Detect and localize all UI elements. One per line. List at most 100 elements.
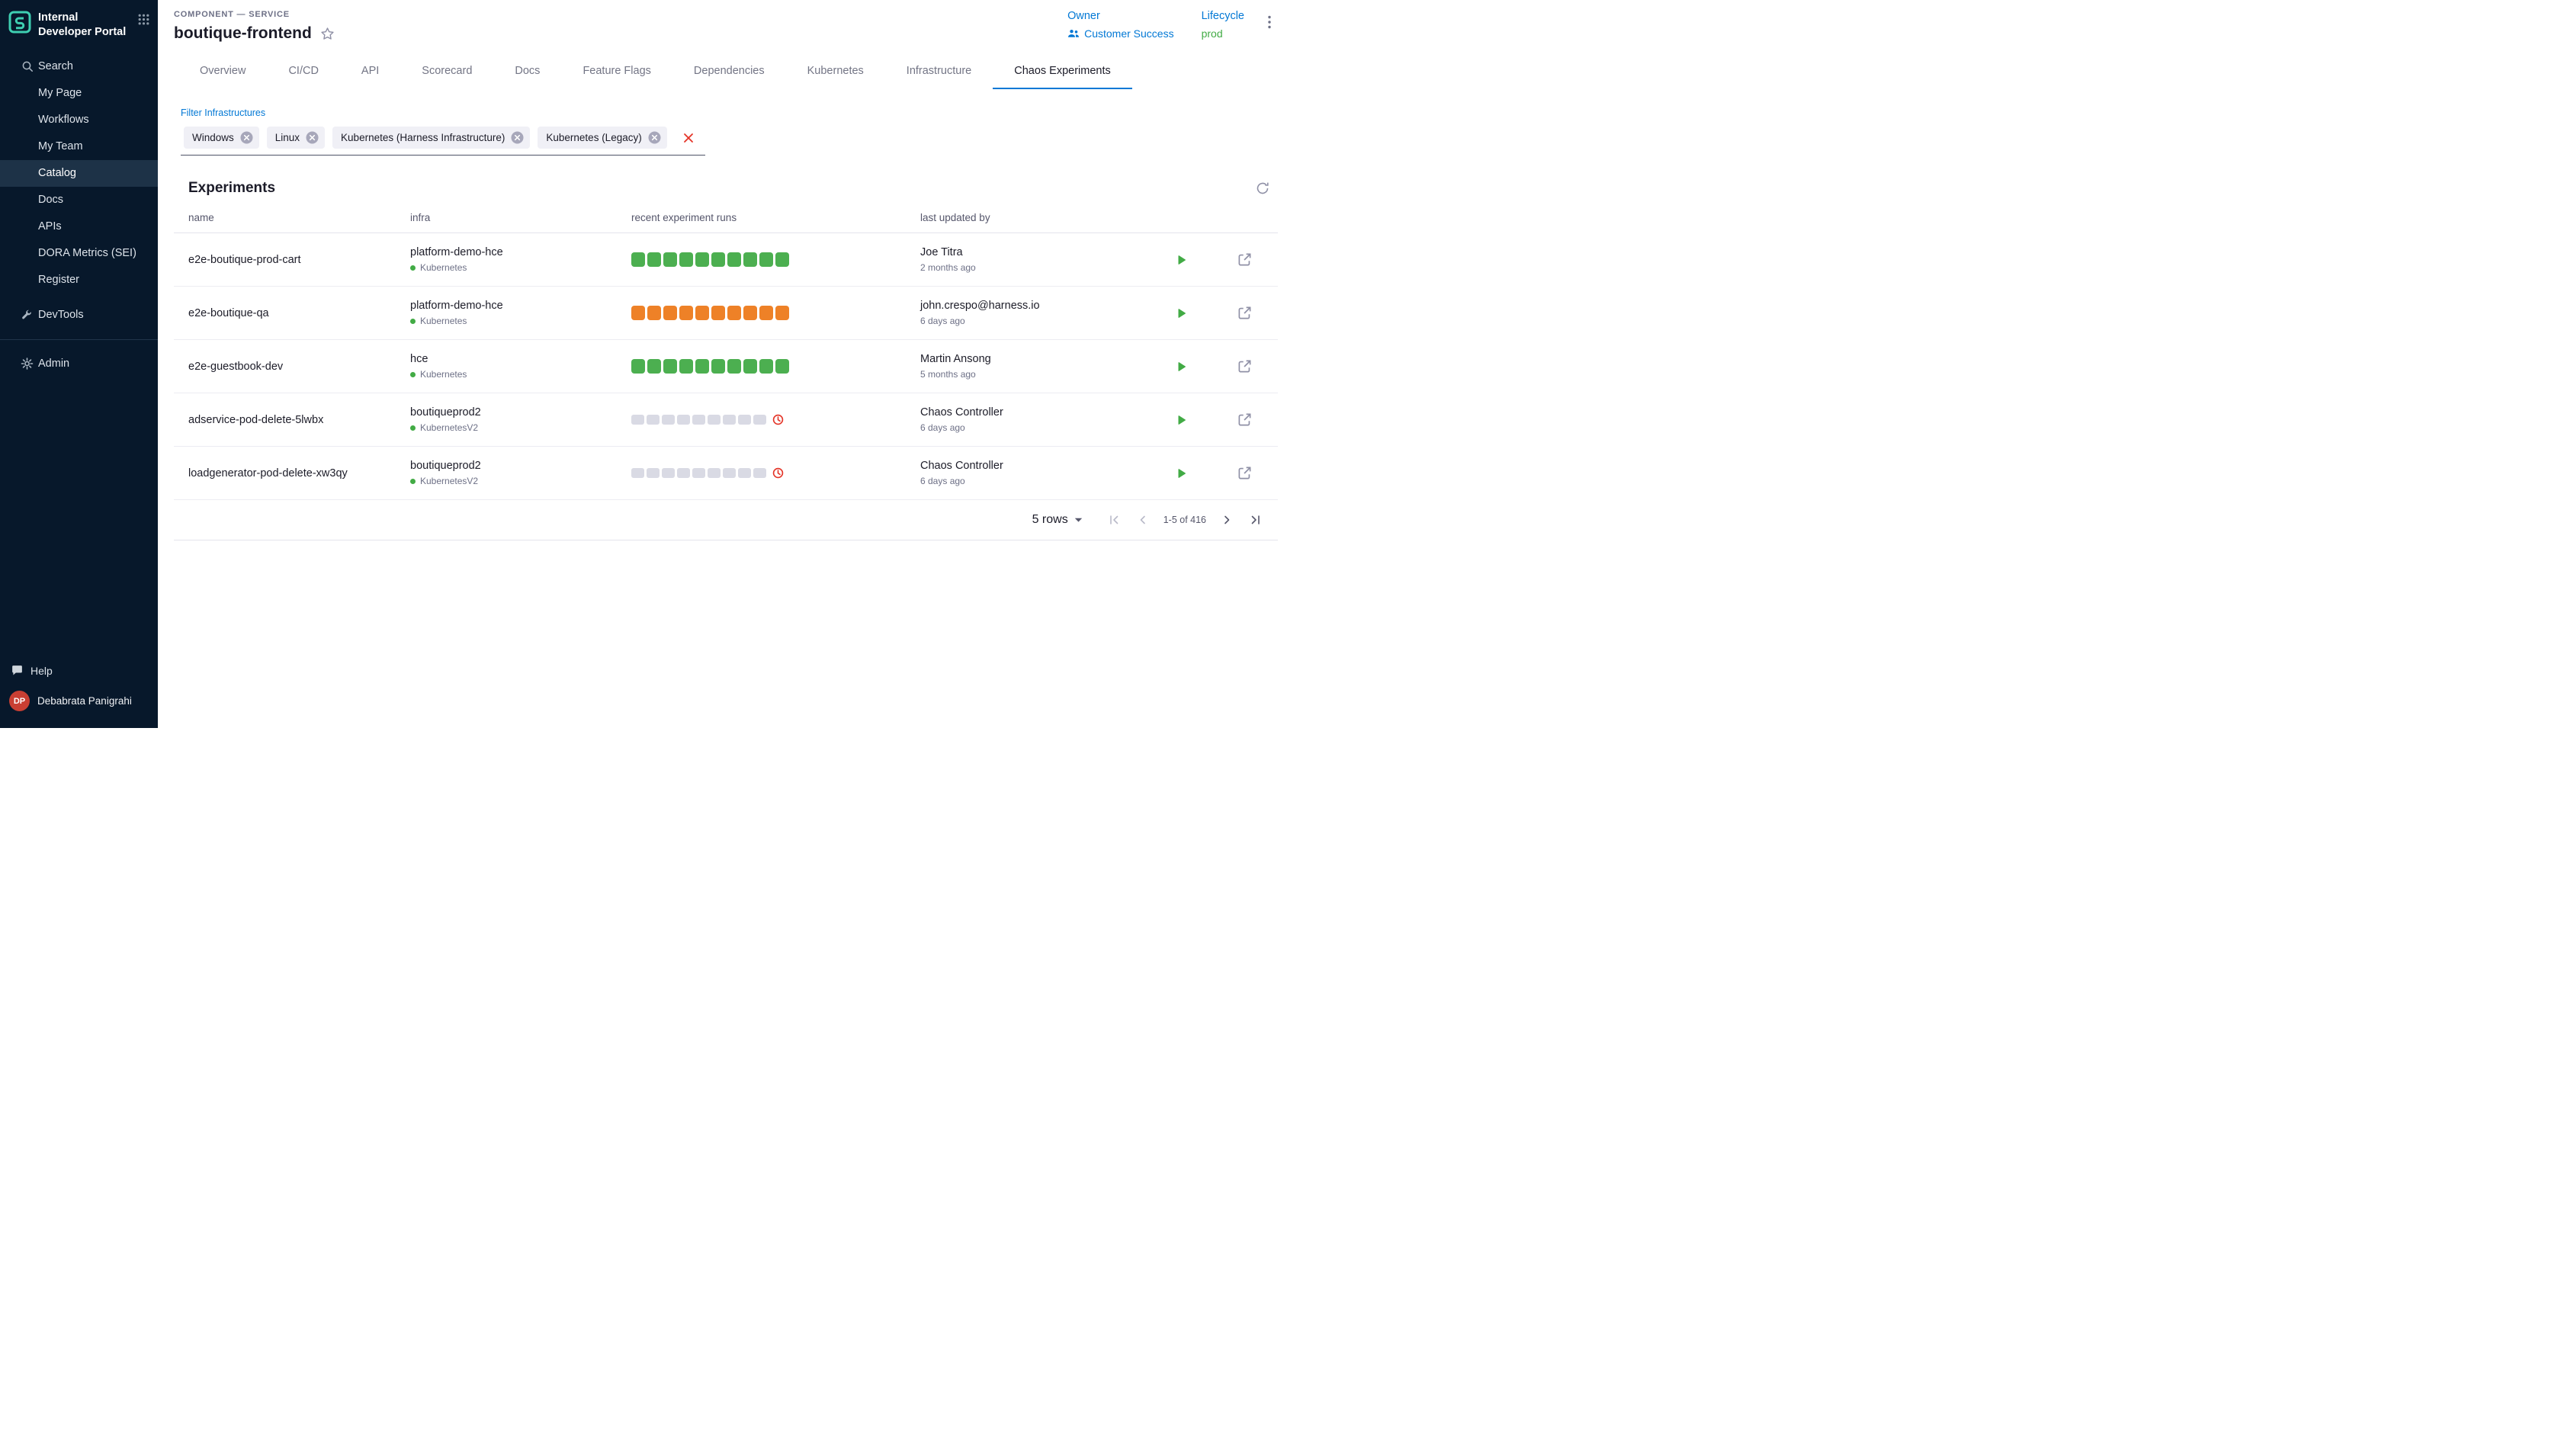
experiment-name[interactable]: e2e-guestbook-dev: [174, 361, 396, 373]
run-status-square[interactable]: [647, 468, 660, 478]
experiment-name[interactable]: e2e-boutique-qa: [174, 307, 396, 319]
run-status-square[interactable]: [711, 359, 725, 374]
sidebar-item-dora-metrics-sei[interactable]: DORA Metrics (SEI): [0, 240, 158, 267]
experiment-name[interactable]: adservice-pod-delete-5lwbx: [174, 414, 396, 426]
filter-chip-linux[interactable]: Linux: [267, 127, 325, 149]
open-in-new-icon[interactable]: [1237, 412, 1252, 427]
run-status-square[interactable]: [708, 468, 721, 478]
tab-api[interactable]: API: [340, 53, 400, 89]
run-status-square[interactable]: [662, 468, 675, 478]
run-status-square[interactable]: [743, 359, 757, 374]
run-status-square[interactable]: [695, 306, 709, 320]
sidebar-item-catalog[interactable]: Catalog: [0, 160, 158, 187]
filter-chip-kubernetes-legacy[interactable]: Kubernetes (Legacy): [538, 127, 666, 149]
run-experiment-button[interactable]: [1175, 254, 1187, 266]
run-status-square[interactable]: [727, 359, 741, 374]
run-status-square[interactable]: [679, 359, 693, 374]
tab-ci-cd[interactable]: CI/CD: [267, 53, 339, 89]
run-status-square[interactable]: [775, 359, 789, 374]
run-status-square[interactable]: [723, 415, 736, 425]
run-status-square[interactable]: [727, 306, 741, 320]
refresh-icon[interactable]: [1255, 181, 1270, 196]
sidebar-item-apis[interactable]: APIs: [0, 213, 158, 240]
tab-infrastructure[interactable]: Infrastructure: [885, 53, 993, 89]
owner-label[interactable]: Owner: [1067, 10, 1173, 22]
run-status-square[interactable]: [759, 252, 773, 267]
run-status-square[interactable]: [662, 415, 675, 425]
first-page-button[interactable]: [1099, 514, 1128, 526]
run-status-square[interactable]: [711, 252, 725, 267]
run-status-square[interactable]: [723, 468, 736, 478]
lifecycle-label[interactable]: Lifecycle: [1202, 10, 1244, 22]
run-status-square[interactable]: [647, 359, 661, 374]
kebab-menu-icon[interactable]: [1263, 15, 1276, 29]
run-status-square[interactable]: [743, 306, 757, 320]
experiment-name[interactable]: e2e-boutique-prod-cart: [174, 254, 396, 266]
last-page-button[interactable]: [1241, 514, 1270, 526]
tab-dependencies[interactable]: Dependencies: [672, 53, 786, 89]
run-status-square[interactable]: [663, 252, 677, 267]
run-status-square[interactable]: [677, 468, 690, 478]
run-status-square[interactable]: [775, 306, 789, 320]
run-status-square[interactable]: [759, 306, 773, 320]
star-icon[interactable]: [320, 27, 335, 41]
run-status-square[interactable]: [738, 415, 751, 425]
harness-logo-icon[interactable]: [8, 11, 31, 34]
run-status-square[interactable]: [738, 468, 751, 478]
filter-chip-kubernetes-harness-infrastructure[interactable]: Kubernetes (Harness Infrastructure): [332, 127, 530, 149]
run-experiment-button[interactable]: [1175, 467, 1187, 479]
tab-scorecard[interactable]: Scorecard: [400, 53, 493, 89]
open-in-new-icon[interactable]: [1237, 252, 1252, 267]
user-profile[interactable]: DP Debabrata Panigrahi: [0, 684, 158, 720]
tab-docs[interactable]: Docs: [493, 53, 561, 89]
sidebar-item-my-page[interactable]: My Page: [0, 80, 158, 107]
run-status-square[interactable]: [631, 415, 644, 425]
run-status-square[interactable]: [727, 252, 741, 267]
sidebar-item-register[interactable]: Register: [0, 267, 158, 293]
run-status-square[interactable]: [708, 415, 721, 425]
run-status-square[interactable]: [663, 359, 677, 374]
chip-remove-icon[interactable]: [648, 131, 661, 144]
run-status-square[interactable]: [753, 468, 766, 478]
sidebar-item-workflows[interactable]: Workflows: [0, 107, 158, 133]
run-status-square[interactable]: [631, 359, 645, 374]
run-experiment-button[interactable]: [1175, 361, 1187, 373]
sidebar-item-devtools[interactable]: DevTools: [0, 301, 158, 329]
run-status-square[interactable]: [679, 252, 693, 267]
filter-chip-windows[interactable]: Windows: [184, 127, 259, 149]
tab-chaos-experiments[interactable]: Chaos Experiments: [993, 53, 1132, 89]
chip-remove-icon[interactable]: [511, 131, 524, 144]
clear-filters-icon[interactable]: [682, 132, 695, 144]
run-status-square[interactable]: [692, 468, 705, 478]
run-status-square[interactable]: [711, 306, 725, 320]
run-status-square[interactable]: [753, 415, 766, 425]
run-status-square[interactable]: [631, 306, 645, 320]
sidebar-item-my-team[interactable]: My Team: [0, 133, 158, 160]
apps-grid-icon[interactable]: [137, 13, 150, 30]
run-status-square[interactable]: [695, 359, 709, 374]
run-status-square[interactable]: [647, 252, 661, 267]
open-in-new-icon[interactable]: [1237, 359, 1252, 374]
tab-feature-flags[interactable]: Feature Flags: [561, 53, 672, 89]
run-experiment-button[interactable]: [1175, 307, 1187, 319]
open-in-new-icon[interactable]: [1237, 306, 1252, 320]
run-status-square[interactable]: [743, 252, 757, 267]
run-experiment-button[interactable]: [1175, 414, 1187, 426]
filter-chips-input[interactable]: Windows Linux Kubernetes (Harness Infrastr…: [181, 125, 705, 156]
open-in-new-icon[interactable]: [1237, 466, 1252, 480]
run-status-square[interactable]: [677, 415, 690, 425]
chip-remove-icon[interactable]: [306, 131, 319, 144]
run-status-square[interactable]: [663, 306, 677, 320]
run-status-square[interactable]: [775, 252, 789, 267]
run-status-square[interactable]: [759, 359, 773, 374]
run-status-square[interactable]: [695, 252, 709, 267]
prev-page-button[interactable]: [1128, 514, 1157, 526]
rows-per-page-select[interactable]: 5 rows: [1032, 513, 1083, 527]
chip-remove-icon[interactable]: [240, 131, 253, 144]
sidebar-item-admin[interactable]: Admin: [0, 350, 158, 377]
tab-overview[interactable]: Overview: [178, 53, 267, 89]
help-button[interactable]: Help: [0, 657, 158, 684]
sidebar-item-docs[interactable]: Docs: [0, 187, 158, 213]
next-page-button[interactable]: [1212, 514, 1241, 526]
experiment-name[interactable]: loadgenerator-pod-delete-xw3qy: [174, 467, 396, 479]
